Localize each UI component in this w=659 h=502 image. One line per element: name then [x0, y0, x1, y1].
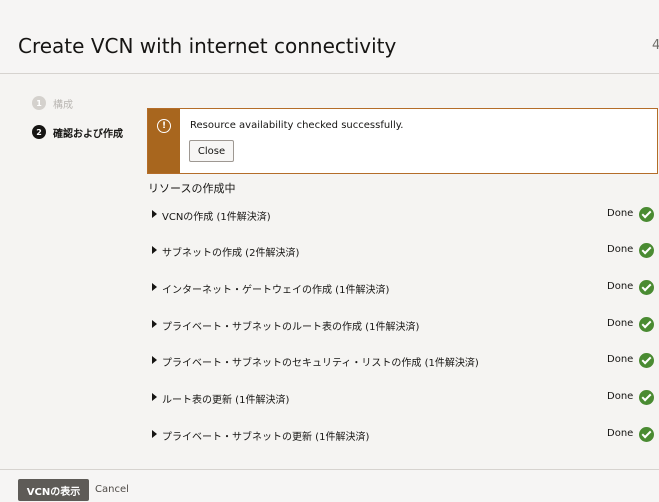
- task-status: Done: [607, 244, 634, 255]
- task-row[interactable]: サブネットの作成 (2件解決済) Done: [148, 242, 659, 260]
- dialog-header: Create VCN with internet connectivity 4: [0, 0, 659, 74]
- task-name: サブネットの作成 (2件解決済): [162, 248, 300, 259]
- task-status: Done: [607, 318, 634, 329]
- expand-triangle-icon[interactable]: [152, 393, 157, 401]
- task-name: インターネット・ゲートウェイの作成 (1件解決済): [162, 285, 390, 296]
- check-circle-icon: [639, 390, 654, 405]
- cancel-link[interactable]: Cancel: [95, 484, 129, 495]
- expand-triangle-icon[interactable]: [152, 246, 157, 254]
- page-title: Create VCN with internet connectivity: [18, 34, 397, 58]
- check-circle-icon: [639, 317, 654, 332]
- header-truncated-text: 4: [652, 38, 659, 53]
- task-status: Done: [607, 354, 634, 365]
- task-name: プライベート・サブネットのルート表の作成 (1件解決済): [162, 322, 420, 333]
- step-configuration[interactable]: 1 構成: [32, 95, 73, 111]
- check-circle-icon: [639, 207, 654, 222]
- check-circle-icon: [639, 353, 654, 368]
- step-review-and-create[interactable]: 2 確認および作成: [32, 124, 123, 140]
- warning-alert: ! Resource availability checked successf…: [147, 108, 658, 174]
- task-status: Done: [607, 281, 634, 292]
- task-name: VCNの作成 (1件解決済): [162, 212, 271, 223]
- expand-triangle-icon[interactable]: [152, 356, 157, 364]
- create-vcn-dialog: Create VCN with internet connectivity 4 …: [0, 0, 659, 502]
- warning-icon: !: [157, 119, 171, 133]
- task-row[interactable]: インターネット・ゲートウェイの作成 (1件解決済) Done: [148, 279, 659, 297]
- task-status: Done: [607, 391, 634, 402]
- task-name: ルート表の更新 (1件解決済): [162, 395, 290, 406]
- check-circle-icon: [639, 427, 654, 442]
- task-row[interactable]: VCNの作成 (1件解決済) Done: [148, 206, 659, 224]
- check-circle-icon: [639, 280, 654, 295]
- expand-triangle-icon[interactable]: [152, 283, 157, 291]
- alert-message: Resource availability checked successful…: [190, 120, 404, 131]
- step-number-badge: 2: [32, 125, 46, 139]
- expand-triangle-icon[interactable]: [152, 430, 157, 438]
- expand-triangle-icon[interactable]: [152, 210, 157, 218]
- alert-icon-bar: !: [148, 109, 180, 173]
- task-name: プライベート・サブネットの更新 (1件解決済): [162, 432, 370, 443]
- task-name: プライベート・サブネットのセキュリティ・リストの作成 (1件解決済): [162, 358, 479, 369]
- step-label: 構成: [53, 99, 73, 111]
- close-button[interactable]: Close: [189, 140, 234, 162]
- check-circle-icon: [639, 243, 654, 258]
- dialog-footer: VCNの表示 Cancel: [0, 469, 659, 502]
- task-row[interactable]: ルート表の更新 (1件解決済) Done: [148, 389, 659, 407]
- step-label: 確認および作成: [53, 128, 123, 140]
- task-status: Done: [607, 208, 634, 219]
- expand-triangle-icon[interactable]: [152, 320, 157, 328]
- step-number-badge: 1: [32, 96, 46, 110]
- section-title: リソースの作成中: [148, 182, 236, 195]
- task-row[interactable]: プライベート・サブネットの更新 (1件解決済) Done: [148, 426, 659, 444]
- task-row[interactable]: プライベート・サブネットのセキュリティ・リストの作成 (1件解決済) Done: [148, 352, 659, 370]
- view-vcn-button[interactable]: VCNの表示: [18, 479, 89, 501]
- task-row[interactable]: プライベート・サブネットのルート表の作成 (1件解決済) Done: [148, 316, 659, 334]
- task-status: Done: [607, 428, 634, 439]
